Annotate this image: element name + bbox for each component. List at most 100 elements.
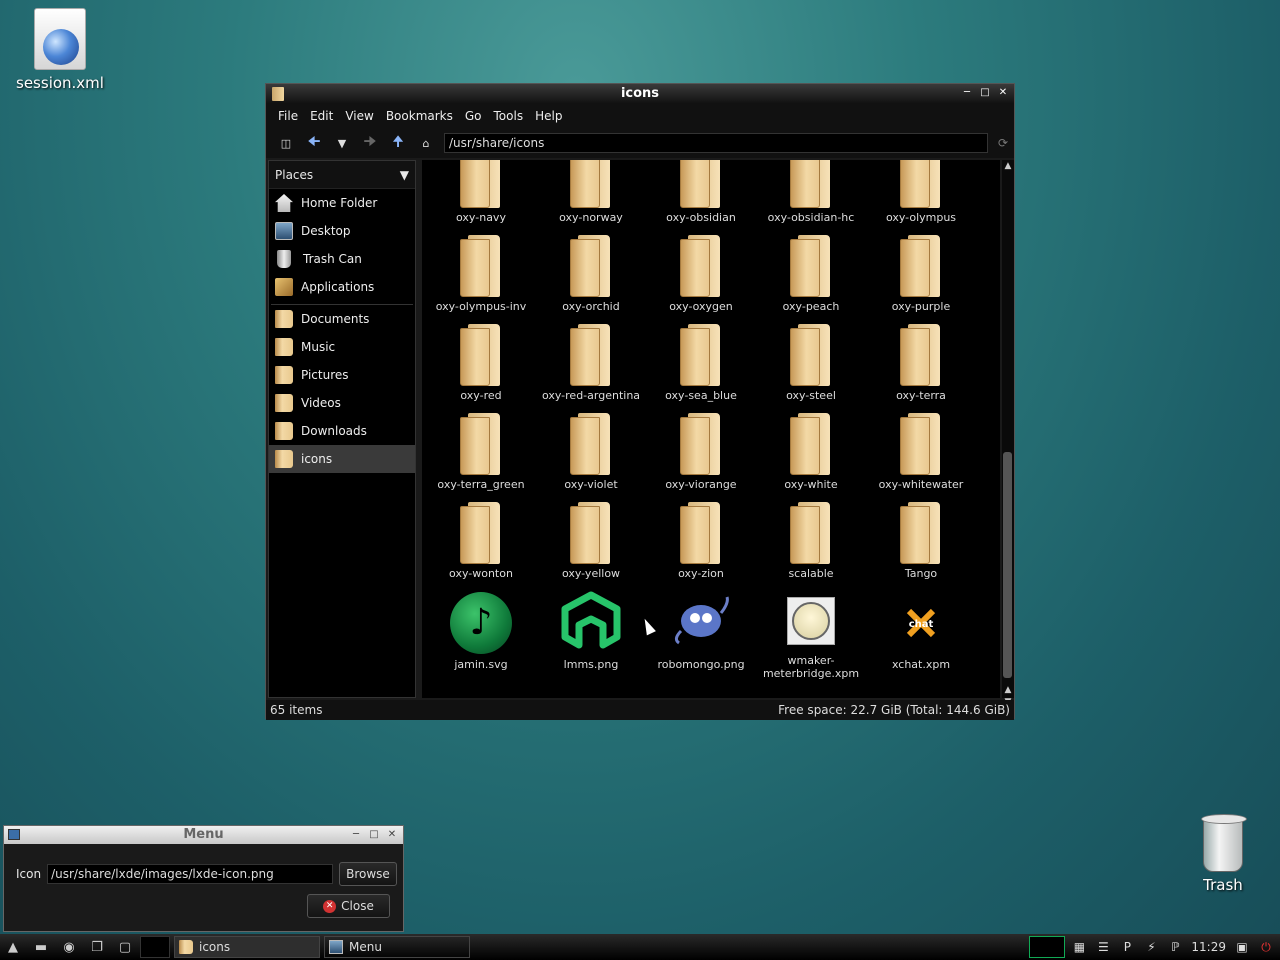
file-item[interactable]: oxy-peach [756, 235, 866, 324]
terminal-icon[interactable]: ▬ [28, 936, 54, 958]
network-icon[interactable]: ▦ [1069, 937, 1089, 957]
sidebar-item-videos[interactable]: Videos [269, 389, 415, 417]
file-item[interactable]: oxy-yellow [536, 502, 646, 591]
file-item[interactable]: oxy-terra_green [426, 413, 536, 502]
file-item[interactable]: scalable [756, 502, 866, 591]
show-desktop-icon[interactable]: ▢ [112, 936, 138, 958]
history-dropdown-button[interactable]: ▼ [330, 131, 354, 155]
file-item[interactable]: oxy-orchid [536, 235, 646, 324]
maximize-button[interactable]: □ [978, 86, 992, 100]
menu-file[interactable]: File [272, 109, 304, 123]
sidebar-item-documents[interactable]: Documents [269, 305, 415, 333]
file-item[interactable]: oxy-white [756, 413, 866, 502]
file-item[interactable]: oxy-terra [866, 324, 976, 413]
desktop: { "desktop": { "session_label": "session… [0, 0, 1280, 960]
file-view[interactable]: oxy-navy oxy-norway oxy-obsidian oxy-obsidi… [422, 160, 1000, 698]
vertical-scrollbar[interactable]: ▲ ▲▼ [1002, 160, 1014, 707]
sidebar-item-desktop[interactable]: Desktop [269, 217, 415, 245]
clipboard-icon[interactable]: ☰ [1093, 937, 1113, 957]
close-dialog-button[interactable]: ✕ Close [307, 894, 390, 918]
menu-bookmarks[interactable]: Bookmarks [380, 109, 459, 123]
sidebar-item-pictures[interactable]: Pictures [269, 361, 415, 389]
dialog-titlebar[interactable]: Menu ─ □ ✕ [4, 826, 403, 844]
taskbar-task-menu[interactable]: Menu [324, 936, 470, 958]
maximize-button[interactable]: □ [367, 828, 381, 842]
menu-go[interactable]: Go [459, 109, 488, 123]
file-item[interactable]: oxy-red-argentina [536, 324, 646, 413]
sidebar-item-downloads[interactable]: Downloads [269, 417, 415, 445]
sidebar-item-music[interactable]: Music [269, 333, 415, 361]
file-item[interactable]: ♪ jamin.svg [426, 591, 536, 680]
file-item[interactable]: wmaker-meterbridge.xpm [756, 591, 866, 680]
folder-icon [458, 413, 504, 475]
close-button[interactable]: ✕ [385, 828, 399, 842]
window-switcher-icon[interactable]: ❐ [84, 936, 110, 958]
usb-icon[interactable]: ⚡ [1141, 937, 1161, 957]
file-item[interactable]: oxy-violet [536, 413, 646, 502]
file-item-label: oxy-yellow [561, 567, 621, 580]
file-item[interactable]: oxy-red [426, 324, 536, 413]
home-button[interactable]: ⌂ [414, 131, 438, 155]
file-item[interactable]: oxy-olympus [866, 160, 976, 235]
browse-button[interactable]: Browse [339, 862, 397, 886]
scroll-up-arrow-icon[interactable]: ▲ [1002, 160, 1014, 172]
sidebar-item-applications[interactable]: Applications [269, 273, 415, 301]
home-icon [275, 194, 293, 212]
bluetooth-icon[interactable]: ℙ [1165, 937, 1185, 957]
sidebar-item-trash-can[interactable]: Trash Can [269, 245, 415, 273]
scrollbar-thumb[interactable] [1003, 452, 1012, 678]
places-header[interactable]: Places ▼ [269, 161, 415, 189]
desktop-icon-trash[interactable]: Trash [1180, 814, 1266, 894]
up-button[interactable]: 🠉 [386, 131, 410, 155]
menu-view[interactable]: View [339, 109, 379, 123]
sidebar-item-icons[interactable]: icons [269, 445, 415, 473]
workspace-pager[interactable] [140, 936, 170, 958]
file-item[interactable]: Tango [866, 502, 976, 591]
sidebar-item-label: Trash Can [303, 252, 362, 266]
file-item[interactable]: oxy-obsidian [646, 160, 756, 235]
power-icon[interactable]: ⏻ [1256, 937, 1276, 957]
file-item[interactable]: oxy-zion [646, 502, 756, 591]
menu-help[interactable]: Help [529, 109, 568, 123]
file-item[interactable]: oxy-whitewater [866, 413, 976, 502]
menu-tools[interactable]: Tools [488, 109, 530, 123]
window-titlebar[interactable]: icons ─ □ ✕ [266, 84, 1014, 104]
file-item[interactable]: oxy-navy [426, 160, 536, 235]
new-tab-button[interactable]: ◫ [274, 131, 298, 155]
file-item[interactable]: oxy-purple [866, 235, 976, 324]
forward-button[interactable]: 🠊 [358, 131, 382, 155]
minimize-button[interactable]: ─ [960, 86, 974, 100]
minimize-button[interactable]: ─ [349, 828, 363, 842]
menu-edit[interactable]: Edit [304, 109, 339, 123]
clock[interactable]: 11:29 [1189, 940, 1228, 954]
taskbar-task-icons[interactable]: icons [174, 936, 320, 958]
file-item[interactable]: oxy-obsidian-hc [756, 160, 866, 235]
file-item[interactable]: lmms.png [536, 591, 646, 680]
screen-lock-icon[interactable]: ▣ [1232, 937, 1252, 957]
location-bar[interactable]: /usr/share/icons [444, 133, 988, 153]
back-button[interactable]: 🠈 [302, 131, 326, 155]
close-button[interactable]: ✕ [996, 86, 1010, 100]
sidebar-item-home-folder[interactable]: Home Folder [269, 189, 415, 217]
cpu-monitor[interactable] [1029, 936, 1066, 958]
parcellite-icon[interactable]: P [1117, 937, 1137, 957]
start-menu-icon[interactable]: ▲ [0, 936, 26, 958]
file-item[interactable]: oxy-oxygen [646, 235, 756, 324]
icon-path-field[interactable]: /usr/share/lxde/images/lxde-icon.png [47, 864, 334, 884]
folder-icon [678, 324, 724, 386]
robomongo-icon [669, 591, 733, 655]
file-item[interactable]: chat xchat.xpm [866, 591, 976, 680]
file-item[interactable]: oxy-norway [536, 160, 646, 235]
icon-label: Icon [16, 867, 42, 881]
file-item[interactable]: oxy-viorange [646, 413, 756, 502]
browser-icon[interactable]: ◉ [56, 936, 82, 958]
desktop-icon-session-xml[interactable]: session.xml [10, 8, 110, 92]
file-item[interactable]: oxy-olympus-inv [426, 235, 536, 324]
scroll-down-arrow-icon[interactable]: ▲▼ [1002, 684, 1014, 707]
file-item[interactable]: oxy-sea_blue [646, 324, 756, 413]
file-item[interactable]: robomongo.png [646, 591, 756, 680]
reload-icon[interactable]: ⟳ [998, 136, 1008, 150]
file-item[interactable]: oxy-wonton [426, 502, 536, 591]
file-item[interactable]: oxy-steel [756, 324, 866, 413]
sidebar-item-label: Videos [301, 396, 341, 410]
